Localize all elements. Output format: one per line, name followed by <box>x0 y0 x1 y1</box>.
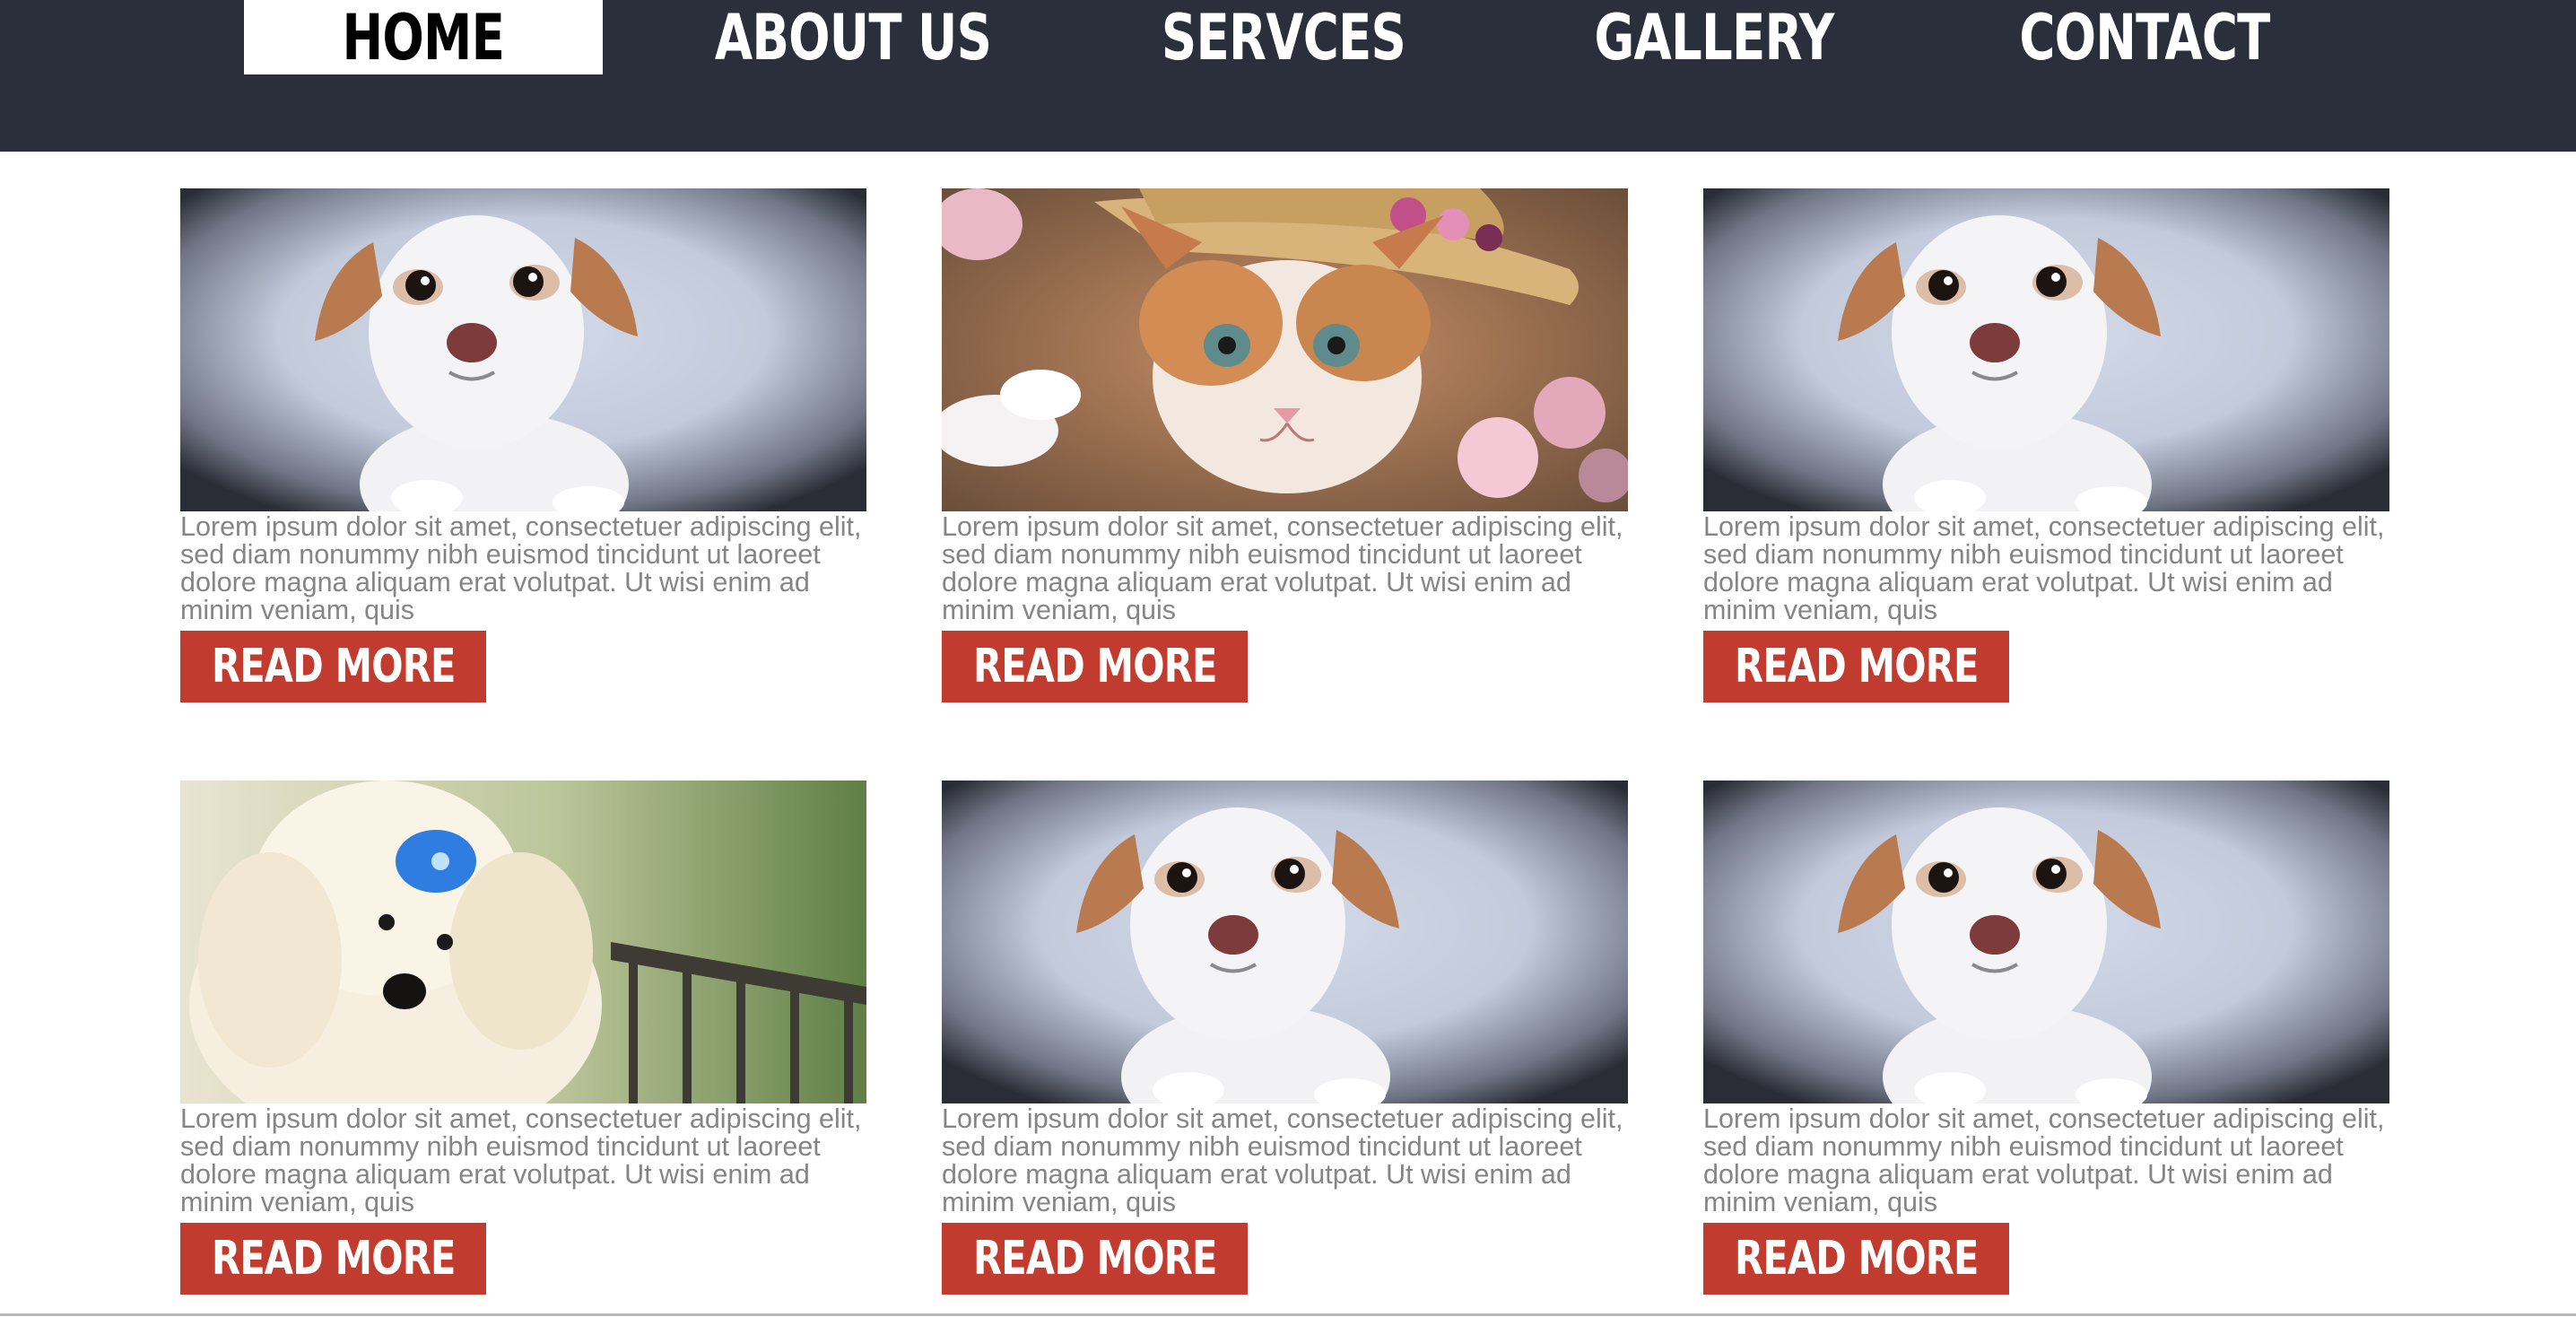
card-text: Lorem ipsum dolor sit amet, consectetuer… <box>942 1103 1623 1217</box>
read-more-button[interactable]: READ MORE <box>1703 631 2009 702</box>
dog-photo[interactable] <box>1703 188 2389 511</box>
card-text: Lorem ipsum dolor sit amet, consectetuer… <box>942 511 1623 625</box>
read-more-button[interactable]: READ MORE <box>1703 1223 2009 1295</box>
read-more-button[interactable]: READ MORE <box>180 631 486 702</box>
nav-item-label: GALLERY <box>1594 0 1834 74</box>
nav-item-label: HOME <box>342 0 505 74</box>
read-more-button[interactable]: READ MORE <box>180 1223 486 1295</box>
nav-item-services[interactable]: SERVCES <box>1144 0 1423 74</box>
nav-item-home[interactable]: HOME <box>244 0 603 74</box>
dog-photo[interactable] <box>180 188 866 511</box>
read-more-button[interactable]: READ MORE <box>942 1223 1248 1295</box>
read-more-label: READ MORE <box>972 1232 1217 1286</box>
read-more-button[interactable]: READ MORE <box>942 631 1248 702</box>
nav-item-contact[interactable]: CONTACT <box>2005 0 2284 74</box>
read-more-label: READ MORE <box>972 640 1217 693</box>
nav-item-label: CONTACT <box>2019 0 2270 74</box>
nav-item-gallery[interactable]: GALLERY <box>1574 0 1854 74</box>
dog-photo[interactable] <box>1703 781 2389 1103</box>
nav-item-label: SERVCES <box>1161 0 1406 74</box>
card-text: Lorem ipsum dolor sit amet, consectetuer… <box>180 511 862 625</box>
card-text: Lorem ipsum dolor sit amet, consectetuer… <box>180 1103 862 1217</box>
bottom-divider <box>0 1313 2576 1316</box>
card-text: Lorem ipsum dolor sit amet, consectetuer… <box>1703 1103 2385 1217</box>
nav-item-label: ABOUT US <box>714 0 992 74</box>
kitten-photo[interactable] <box>942 188 1628 511</box>
top-navbar: HOME ABOUT US SERVCES GALLERY CONTACT <box>0 0 2576 152</box>
nav-item-about-us[interactable]: ABOUT US <box>713 0 993 74</box>
dog-photo[interactable] <box>942 781 1628 1103</box>
card-text: Lorem ipsum dolor sit amet, consectetuer… <box>1703 511 2385 625</box>
read-more-label: READ MORE <box>1734 1232 1979 1286</box>
puppy-photo[interactable] <box>180 781 866 1103</box>
read-more-label: READ MORE <box>211 1232 456 1286</box>
read-more-label: READ MORE <box>211 640 456 693</box>
read-more-label: READ MORE <box>1734 640 1979 693</box>
